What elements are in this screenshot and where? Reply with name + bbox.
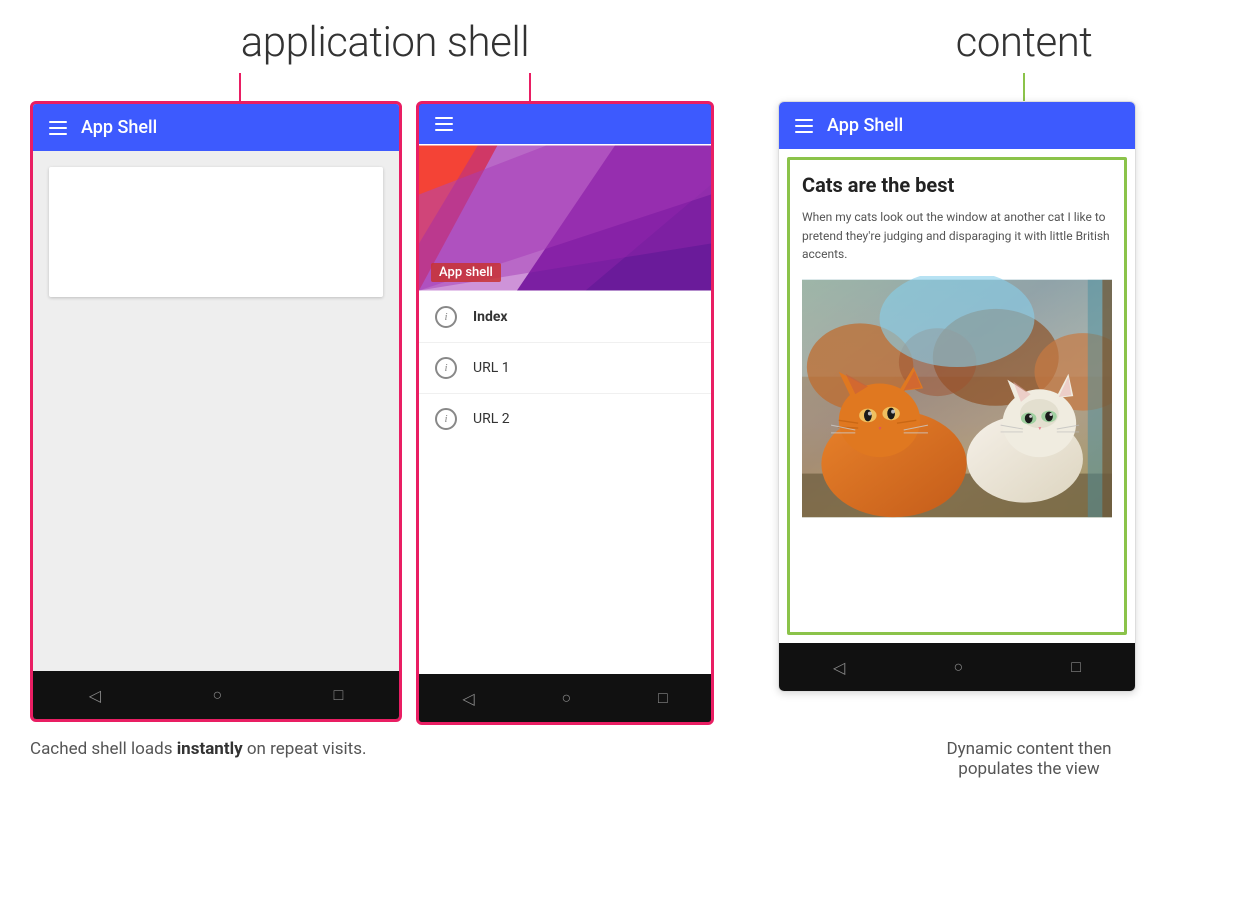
right-app-bar: App Shell [779,102,1135,149]
right-caption-line2: populates the view [839,759,1219,779]
home-icon-right: ○ [953,657,963,677]
app-shell-label-group: application shell [30,18,740,101]
caption-bold-text: instantly [177,739,243,759]
caption-end-text: on repeat visits. [243,739,367,759]
drawer-header-label: App shell [431,263,501,282]
left-phone-body [33,151,399,671]
drawer-item-url1[interactable]: i URL 1 [419,343,711,394]
drawer-item-url2[interactable]: i URL 2 [419,394,711,444]
recent-icon-right: □ [1071,657,1081,677]
home-icon-mid: ○ [561,688,571,708]
info-icon-url1: i [435,357,457,379]
right-caption: Dynamic content then populates the view [839,739,1219,779]
right-nav-bar: ◁ ○ □ [779,643,1135,691]
info-icon-index: i [435,306,457,328]
recent-icon-mid: □ [658,688,668,708]
home-icon-left: ○ [212,685,222,705]
right-caption-line1: Dynamic content then [839,739,1219,759]
content-arrow-line [1023,73,1025,101]
hamburger-icon-right [795,119,813,133]
arrow-line-left [239,73,241,101]
cat-image-svg [802,276,1112,521]
drawer-header: App shell [419,144,711,292]
arrow-line-right [529,73,531,101]
middle-phone: App shell i Index i URL 1 i URL 2 [416,101,714,725]
info-icon-url2: i [435,408,457,430]
drawer-item-url1-label: URL 1 [473,360,510,376]
left-phone: App Shell ◁ ○ □ [30,101,402,722]
content-placeholder-box [49,167,383,297]
app-shell-label: application shell [241,18,529,67]
recent-icon-left: □ [334,685,344,705]
drawer-item-index-label: Index [473,309,508,325]
left-nav-bar: ◁ ○ □ [33,671,399,719]
drawer-panel: App shell i Index i URL 1 i URL 2 [419,144,711,674]
article-text: When my cats look out the window at anot… [802,208,1112,264]
right-phone: App Shell Cats are the best When my cats… [778,101,1136,692]
right-app-bar-title: App Shell [827,115,903,136]
cat-image [802,276,1112,521]
hamburger-icon-mid [435,117,453,131]
article-title: Cats are the best [802,172,1112,198]
middle-nav-bar: ◁ ○ □ [419,674,711,722]
hamburger-icon [49,121,67,135]
content-area: Cats are the best When my cats look out … [787,157,1127,635]
page-root: application shell content App Shell [0,0,1249,923]
content-label-group: content [829,18,1219,101]
content-label: content [956,18,1093,67]
left-caption: Cached shell loads instantly on repeat v… [30,739,710,759]
back-icon-left: ◁ [89,686,101,705]
caption-left-text: Cached shell loads [30,739,177,759]
middle-app-bar [419,104,711,144]
drawer-item-url2-label: URL 2 [473,411,510,427]
back-icon-right: ◁ [833,658,845,677]
drawer-item-index[interactable]: i Index [419,292,711,343]
left-app-bar-title: App Shell [81,117,157,138]
left-app-bar: App Shell [33,104,399,151]
back-icon-mid: ◁ [462,689,474,708]
